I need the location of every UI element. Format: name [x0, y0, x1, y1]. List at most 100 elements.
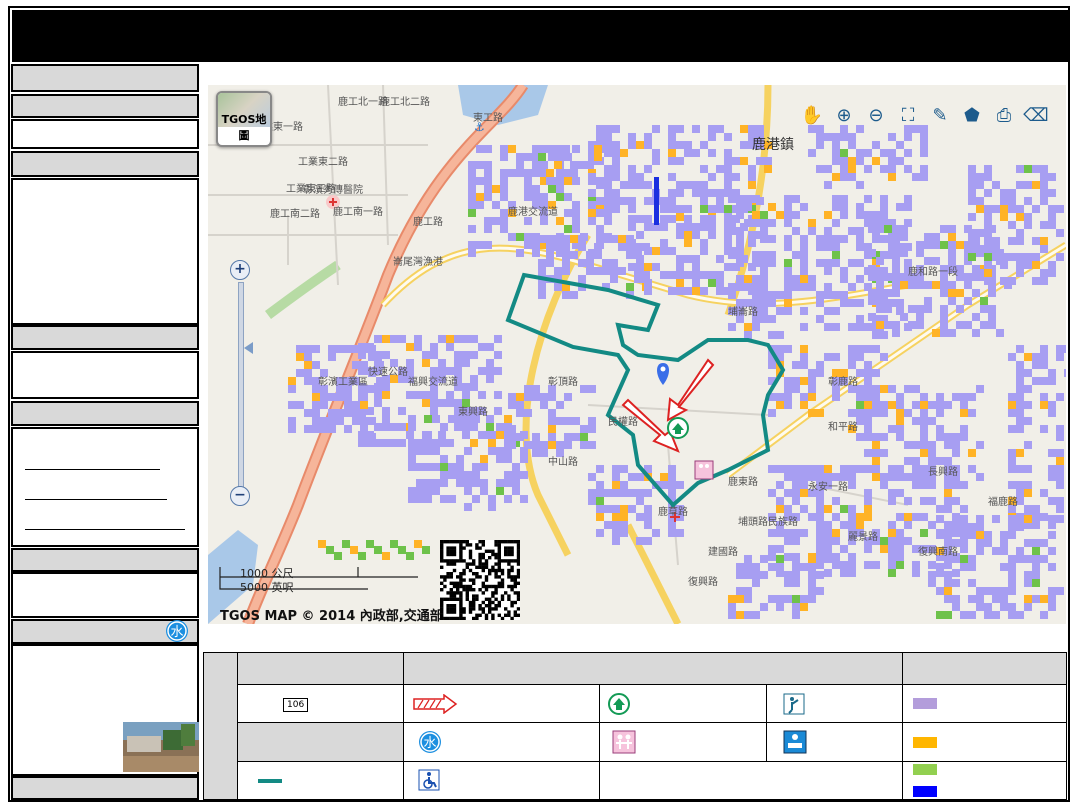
hotspot-cell [628, 181, 636, 189]
map-view[interactable]: ⚓ 鹿工北一路 鹿工北二路 工業東一路 工業東二路 工業東三路 彰濱秀傳醫院 鹿工南一路 鹿工… [208, 85, 1066, 624]
site-photo [123, 722, 199, 772]
hotspot-cell [760, 219, 768, 227]
zoom-in-icon[interactable]: ⊕ [830, 101, 858, 129]
hotspot-cell [736, 259, 744, 267]
hotspot-cell [684, 181, 692, 189]
print-icon[interactable]: ⎙ [990, 101, 1018, 129]
zoom-track[interactable] [238, 282, 244, 488]
hotspot-cell [848, 361, 856, 369]
hotspot-cell [896, 473, 904, 481]
hotspot-cell [848, 227, 856, 235]
qr-module [507, 546, 511, 550]
hotspot-cell [940, 305, 948, 313]
hotspot-cell [326, 546, 334, 554]
qr-module [462, 546, 466, 550]
hotspot-cell [856, 433, 864, 441]
zoom-handle[interactable] [244, 342, 253, 354]
zoom-out-button[interactable]: − [230, 486, 250, 506]
hotspot-cell [848, 521, 856, 529]
zoom-out-icon[interactable]: ⊖ [862, 101, 890, 129]
hotspot-cell [792, 251, 800, 259]
hotspot-cell [736, 243, 744, 251]
hotspot-cell [538, 291, 546, 299]
hotspot-cell [824, 267, 832, 275]
hotspot-cell [554, 267, 562, 275]
hotspot-cell [1008, 189, 1016, 197]
hotspot-cell [892, 225, 900, 233]
pan-icon[interactable]: ✋ [798, 101, 826, 129]
hotspot-cell [816, 555, 824, 563]
hotspot-cell [1024, 401, 1032, 409]
qr-module [513, 591, 517, 595]
hotspot-cell [996, 329, 1004, 337]
hotspot-cell [424, 487, 432, 495]
hotspot-cell [800, 267, 808, 275]
hotspot-cell [644, 279, 652, 287]
hotspot-cell [968, 531, 976, 539]
hotspot-cell [700, 197, 708, 205]
hotspot-cell [554, 145, 562, 153]
draw-shape-icon[interactable]: ⬟ [958, 101, 986, 129]
hotspot-cell [792, 481, 800, 489]
hotspot-cell [924, 297, 932, 305]
hotspot-cell [868, 225, 876, 233]
qr-module [488, 607, 492, 611]
qr-module [497, 546, 501, 550]
zoom-slider[interactable]: + − [230, 260, 253, 510]
qr-module [459, 556, 463, 560]
tgos-map-button[interactable]: TGOS地圖 [216, 91, 272, 147]
hotspot-cell [596, 125, 604, 133]
qr-module [507, 597, 511, 601]
hotspot-cell [336, 345, 344, 353]
hotspot-cell [1040, 513, 1048, 521]
hotspot-cell [864, 211, 872, 219]
erase-icon[interactable]: ⌫ [1022, 101, 1050, 129]
hotspot-cell [776, 465, 784, 473]
qr-module [491, 549, 495, 553]
qr-module [449, 591, 453, 595]
hotspot-cell [304, 409, 312, 417]
hotspot-cell [312, 361, 320, 369]
hotspot-cell [936, 515, 944, 523]
hotspot-cell [808, 579, 816, 587]
hotspot-cell [928, 441, 936, 449]
hotspot-cell [992, 181, 1000, 189]
hotspot-cell [888, 561, 896, 569]
hotspot-cell [572, 201, 580, 209]
hotspot-cell [1032, 353, 1040, 361]
hotspot-cell [578, 235, 586, 243]
hotspot-cell [800, 259, 808, 267]
hotspot-cell [856, 401, 864, 409]
hotspot-cell [480, 455, 488, 463]
hotspot-cell [824, 165, 832, 173]
zoom-in-button[interactable]: + [230, 260, 250, 280]
hotspot-cell [984, 277, 992, 285]
hotspot-cell [374, 335, 382, 343]
map-street-label: 永安一路 [808, 480, 848, 493]
hotspot-cell [724, 149, 732, 157]
hotspot-cell [832, 529, 840, 537]
hotspot-cell [296, 369, 304, 377]
hotspot-cell [824, 473, 832, 481]
hotspot-cell [1008, 393, 1016, 401]
hotspot-cell [398, 439, 406, 447]
hotspot-cell [352, 409, 360, 417]
map-canvas[interactable]: ⚓ 鹿工北一路鹿工北二路工業東一路工業東二路工業東三路彰濱秀傳醫院鹿工南一路鹿工… [208, 85, 1066, 624]
qr-module [472, 604, 476, 608]
hotspot-cell [538, 259, 546, 267]
hotspot-cell [776, 529, 784, 537]
hotspot-cell [610, 235, 618, 243]
hotspot-cell [872, 457, 880, 465]
hotspot-cell [876, 289, 884, 297]
hotspot-cell [928, 457, 936, 465]
hotspot-cell [824, 211, 832, 219]
qr-module [465, 562, 469, 566]
full-extent-icon[interactable]: ⛶ [894, 101, 922, 129]
qr-code[interactable] [440, 540, 520, 620]
draw-icon[interactable]: ✎ [926, 101, 954, 129]
qr-module [443, 559, 447, 563]
qr-module [484, 578, 489, 582]
qr-module [459, 546, 463, 550]
hotspot-cell [864, 513, 872, 521]
hotspot-cell [612, 481, 620, 489]
